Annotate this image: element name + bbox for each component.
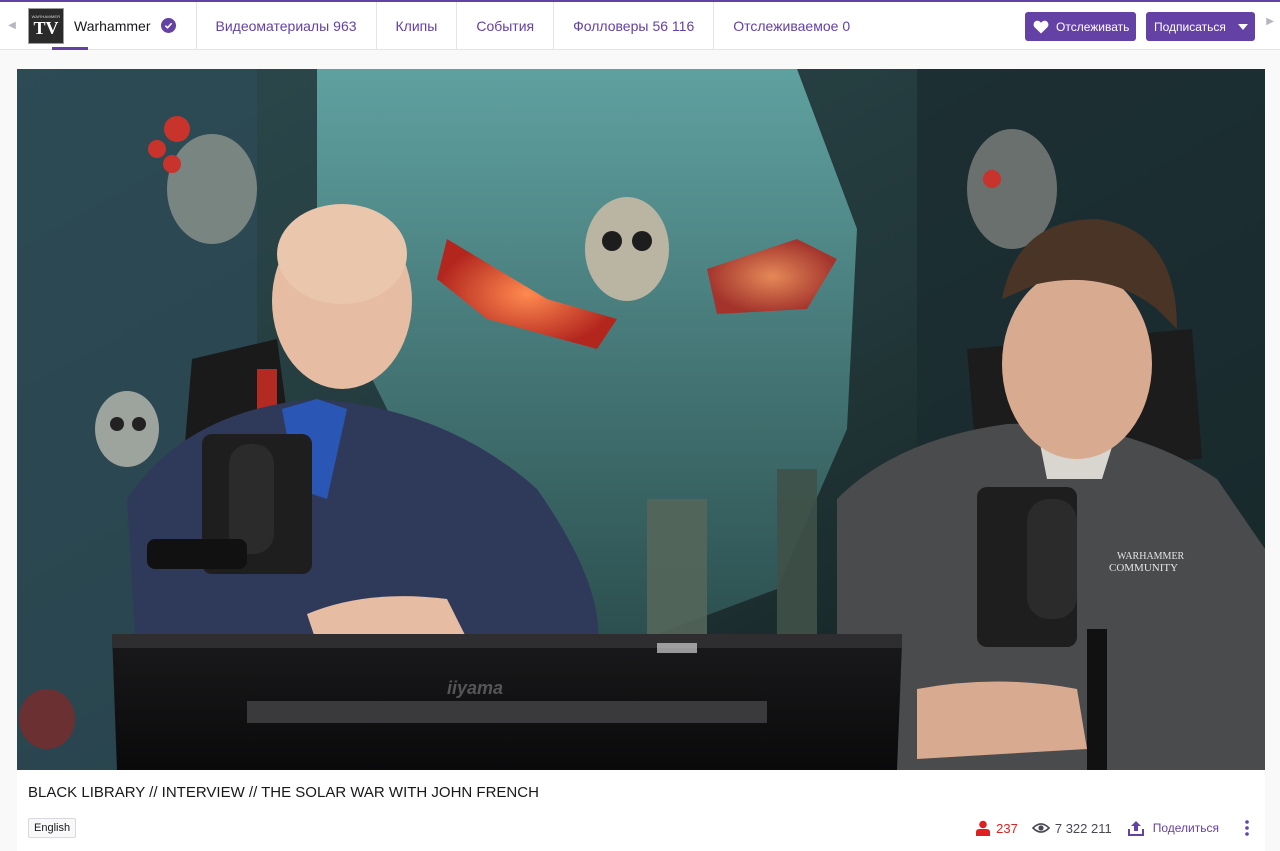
eye-icon [1031,823,1050,833]
tab-videos[interactable]: Видеоматериалы 963 [197,1,377,50]
scroll-right-arrow-icon[interactable]: ▶ [1266,16,1274,27]
total-views: 7 322 211 [1031,820,1112,836]
share-button-label: Поделиться [1152,821,1219,835]
verified-check-icon [160,18,176,33]
tab-videos-label: Видеоматериалы [215,17,330,34]
tab-events-label: События [476,17,535,34]
video-stats: 237 7 322 211 Поделиться [976,818,1249,838]
video-title: BLACK LIBRARY // INTERVIEW // THE SOLAR … [28,784,539,801]
viewer-person-icon [976,820,991,836]
channel-logo[interactable]: WARHAMMER TV [28,7,64,44]
tab-followers-label: Фолловеры [573,17,649,34]
heart-icon [1033,20,1049,34]
total-views-count: 7 322 211 [1054,820,1112,836]
subscribe-button-label: Подписаться [1154,19,1226,34]
tab-following-label: Отслеживаемое [733,17,839,34]
subscribe-button[interactable]: Подписаться [1146,12,1255,41]
tab-videos-count: 963 [333,17,357,34]
tab-events[interactable]: События [457,1,555,50]
scroll-left-arrow-icon[interactable]: ◀ [0,2,24,50]
channel-header: ◀ WARHAMMER TV Warhammer Видеоматериалы … [0,0,1280,50]
tab-following-count: 0 [842,17,851,34]
tab-followers-count: 56 116 [652,17,695,34]
share-icon [1127,821,1144,836]
more-vertical-icon[interactable] [1245,820,1249,836]
follow-button-label: Отслеживать [1056,19,1130,34]
video-info-panel: BLACK LIBRARY // INTERVIEW // THE SOLAR … [17,770,1265,851]
channel-name[interactable]: Warhammer [74,18,151,34]
tab-clips-label: Клипы [395,17,438,34]
tab-clips[interactable]: Клипы [377,1,458,50]
live-viewers: 237 [976,820,1018,836]
live-viewers-count: 237 [996,820,1018,836]
shirt-logo-text-1: WARHAMMER [1117,551,1185,562]
tab-followers[interactable]: Фолловеры 56 116 [554,1,715,50]
follow-button[interactable]: Отслеживать [1025,12,1136,41]
channel-logo-text: TV [33,18,59,38]
chevron-down-icon[interactable] [1237,23,1248,30]
shirt-logo-text-2: COMMUNITY [1109,562,1178,574]
tab-following[interactable]: Отслеживаемое 0 [714,2,869,50]
active-tab-indicator [52,46,88,50]
video-player[interactable]: WARHAMMER COMMUNITY iiyama [17,69,1265,770]
language-tag[interactable]: English [28,818,77,838]
video-frame: WARHAMMER COMMUNITY iiyama [17,69,1265,770]
share-button[interactable]: Поделиться [1127,820,1219,836]
monitor-brand-text: iiyama [447,678,503,698]
channel-info[interactable]: WARHAMMER TV Warhammer [24,1,197,50]
